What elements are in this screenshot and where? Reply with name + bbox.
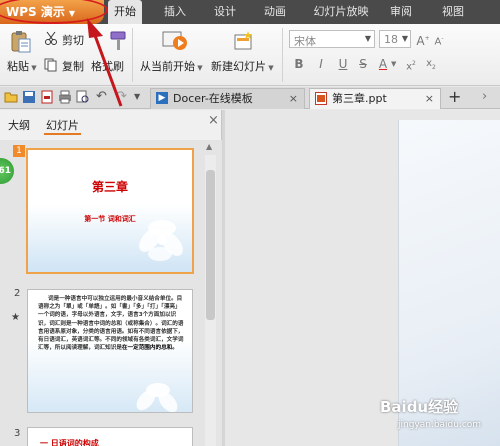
annotation-arrow bbox=[87, 18, 123, 107]
slide-heading: 一 日语词的构成 bbox=[40, 439, 99, 446]
strikethrough-icon[interactable]: S bbox=[356, 57, 370, 71]
chevron-down-icon[interactable]: ▼ bbox=[391, 60, 396, 68]
baidu-watermark: Baidu经验 bbox=[380, 398, 459, 416]
open-folder-icon[interactable] bbox=[4, 90, 18, 104]
menu-animation[interactable]: 动画 bbox=[258, 0, 292, 24]
dropdown-icon: ▼ bbox=[29, 64, 37, 72]
font-color-icon[interactable]: A bbox=[376, 57, 390, 71]
slide-title: 第三章 bbox=[91, 180, 128, 194]
tab-slides[interactable]: 幻灯片 bbox=[44, 117, 81, 135]
flower-decoration bbox=[139, 220, 183, 261]
slide-body-text: 词是一种语言中可以独立运用的最小音义结合单位。目语称之为「單」或「单語」。如「書… bbox=[38, 295, 184, 352]
slide-number: 1 bbox=[13, 145, 25, 157]
new-slide-icon[interactable] bbox=[232, 30, 254, 52]
bold-icon[interactable]: B bbox=[292, 57, 306, 71]
slide-number: 2 bbox=[14, 288, 21, 299]
paste-icon[interactable] bbox=[10, 30, 32, 54]
close-icon[interactable]: × bbox=[425, 89, 434, 109]
new-slide-button[interactable]: 新建幻灯片 ▼ bbox=[211, 58, 274, 74]
paste-label: 粘贴 bbox=[7, 60, 29, 73]
ribbon-separator bbox=[282, 28, 283, 82]
print-icon[interactable] bbox=[58, 90, 72, 104]
superscript-icon[interactable]: x2 bbox=[404, 57, 418, 72]
close-icon[interactable]: × bbox=[289, 89, 298, 109]
chevron-down-icon: ▼ bbox=[401, 34, 408, 43]
watermark-url: jingyan.baidu.com bbox=[398, 420, 482, 430]
chevron-down-icon: ▼ bbox=[364, 34, 371, 43]
new-tab-icon[interactable]: + bbox=[448, 87, 461, 106]
tab-file-label: 第三章.ppt bbox=[332, 92, 387, 105]
font-name-value: 宋体 bbox=[294, 35, 316, 48]
grow-font-icon[interactable]: A+ bbox=[416, 32, 430, 48]
close-icon[interactable]: × bbox=[208, 113, 219, 128]
chevron-right-icon[interactable]: › bbox=[482, 89, 487, 104]
flower-decoration bbox=[136, 383, 178, 412]
paste-button[interactable]: 粘贴 ▼ bbox=[7, 58, 37, 74]
subscript-icon[interactable]: x2 bbox=[424, 57, 438, 71]
save-icon[interactable] bbox=[22, 90, 36, 104]
scroll-up-arrow[interactable]: ▲ bbox=[206, 142, 212, 151]
slide-body: 词是一种语言中可以独立运用的最小音义结合单位。目语称之为「單」或「单語」。如「書… bbox=[38, 296, 184, 352]
slide-emphasis: 在一定范围内的总和。 bbox=[121, 345, 178, 352]
dropdown-icon: ▼ bbox=[195, 64, 203, 72]
slide-number: 3 bbox=[14, 428, 21, 439]
scrollbar-thumb[interactable] bbox=[206, 170, 215, 320]
cut-button[interactable]: 剪切 bbox=[62, 32, 84, 48]
font-size-value: 18 bbox=[384, 33, 398, 46]
tab-file[interactable]: 第三章.ppt × bbox=[309, 88, 441, 109]
panel-splitter[interactable] bbox=[222, 110, 225, 446]
font-size-select[interactable]: 18 ▼ bbox=[379, 30, 411, 48]
tab-docer[interactable]: ▶ Docer-在线模板 × bbox=[150, 88, 305, 109]
menu-design[interactable]: 设计 bbox=[208, 0, 242, 24]
underline-icon[interactable]: U bbox=[336, 57, 350, 71]
slideshow-play-icon[interactable] bbox=[162, 30, 188, 52]
slide-thumbnail-1[interactable]: 第三章 第一节 词和词汇 bbox=[26, 148, 194, 274]
tab-outline[interactable]: 大纲 bbox=[8, 117, 30, 133]
tab-docer-label: Docer-在线模板 bbox=[173, 92, 253, 105]
italic-icon[interactable]: I bbox=[314, 57, 328, 71]
menu-slideshow[interactable]: 幻灯片放映 bbox=[306, 0, 376, 24]
copy-icon[interactable] bbox=[44, 58, 58, 72]
shrink-font-icon[interactable]: A- bbox=[432, 32, 446, 47]
menu-view[interactable]: 视图 bbox=[436, 0, 470, 24]
ppt-file-icon bbox=[315, 92, 327, 105]
font-name-select[interactable]: 宋体 ▼ bbox=[289, 30, 375, 48]
export-pdf-icon[interactable] bbox=[40, 90, 54, 104]
new-slide-label: 新建幻灯片 bbox=[211, 60, 266, 73]
dropdown-icon: ▼ bbox=[266, 64, 274, 72]
star-icon: ★ bbox=[11, 312, 20, 323]
menu-review[interactable]: 审阅 bbox=[384, 0, 418, 24]
slide-thumbnail-2[interactable]: 词是一种语言中可以独立运用的最小音义结合单位。目语称之为「單」或「单語」。如「書… bbox=[27, 289, 193, 413]
slide-thumbnail-3[interactable]: 一 日语词的构成 bbox=[27, 427, 193, 446]
copy-button[interactable]: 复制 bbox=[62, 58, 84, 74]
scissors-icon[interactable] bbox=[44, 31, 58, 45]
